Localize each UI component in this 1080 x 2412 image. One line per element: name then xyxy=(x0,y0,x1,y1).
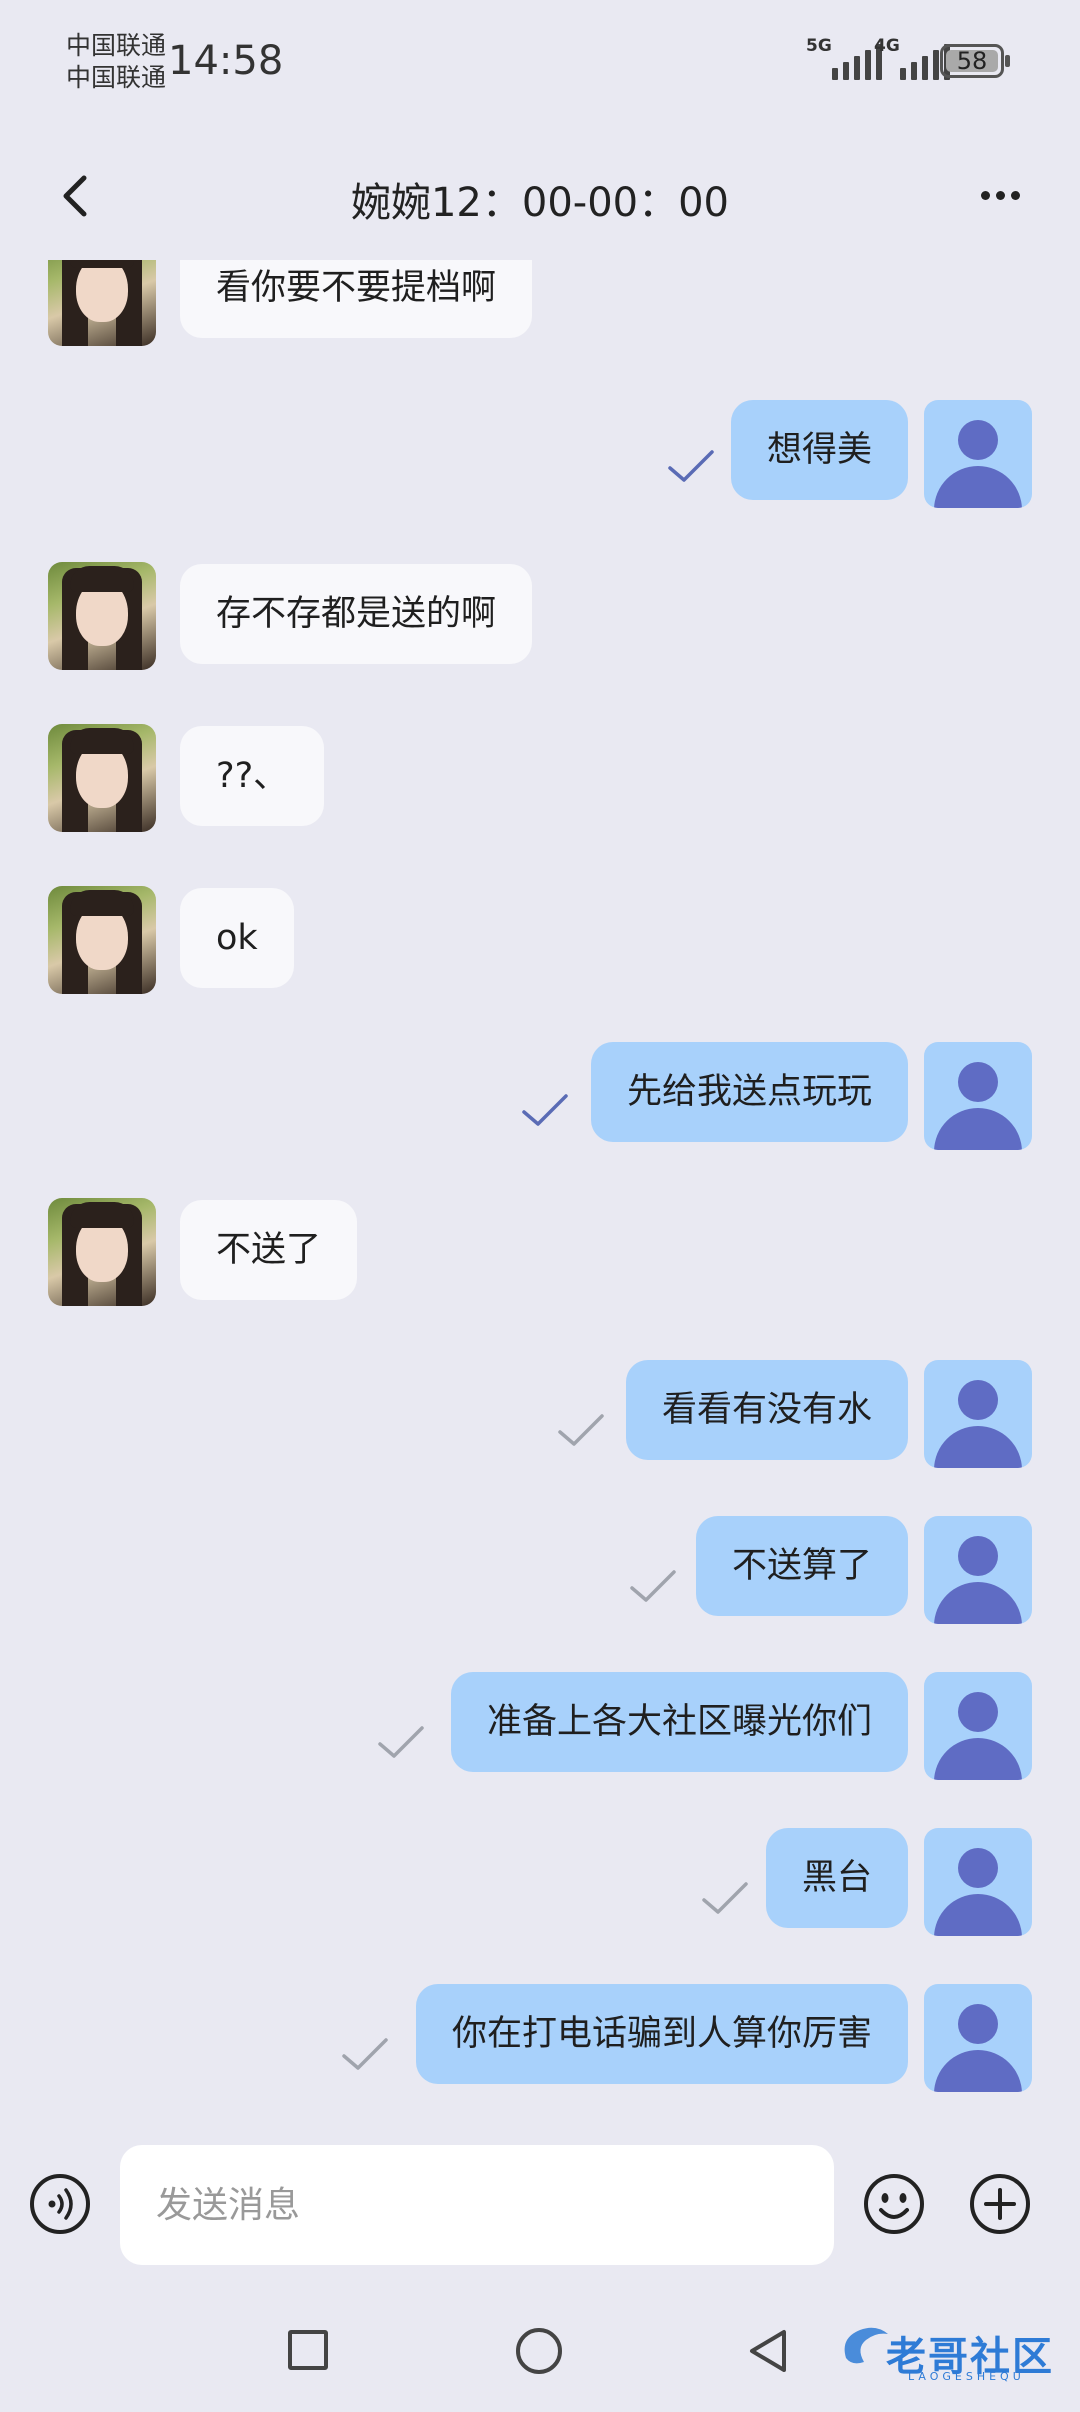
my-avatar[interactable] xyxy=(924,1042,1032,1150)
signal-4g-icon: 4G xyxy=(874,36,950,80)
emoji-icon xyxy=(864,2174,924,2234)
message-bubble[interactable]: 存不存都是送的啊 xyxy=(180,564,533,664)
battery-icon: 58 xyxy=(940,44,1010,78)
contact-avatar[interactable] xyxy=(48,886,156,994)
recent-apps-button[interactable] xyxy=(288,2330,328,2370)
my-avatar[interactable] xyxy=(924,400,1032,508)
triangle-back-icon xyxy=(750,2330,786,2372)
contact-avatar[interactable] xyxy=(48,724,156,832)
sent-check-icon xyxy=(628,1566,678,1606)
voice-input-button[interactable] xyxy=(28,2172,92,2236)
watermark-logo: 老哥社区 LAOGESHEQU xyxy=(836,2318,1066,2388)
system-nav-bar: 老哥社区 LAOGESHEQU xyxy=(0,2300,1080,2412)
read-check-icon xyxy=(666,446,716,486)
message-bubble[interactable]: 先给我送点玩玩 xyxy=(590,1042,908,1142)
signal-5g-label: 5G xyxy=(806,36,832,56)
voice-icon xyxy=(30,2174,90,2234)
input-bar xyxy=(0,2130,1080,2280)
plus-icon xyxy=(970,2174,1030,2234)
contact-avatar[interactable] xyxy=(48,260,156,346)
system-back-button[interactable] xyxy=(744,2326,794,2376)
clock: 14:58 xyxy=(168,38,284,84)
my-avatar[interactable] xyxy=(924,1672,1032,1780)
message-bubble[interactable]: 想得美 xyxy=(730,400,908,500)
contact-avatar[interactable] xyxy=(48,1198,156,1306)
sent-check-icon xyxy=(340,2034,390,2074)
more-dot-icon xyxy=(980,190,990,200)
my-avatar[interactable] xyxy=(924,1360,1032,1468)
more-options-button[interactable] xyxy=(970,170,1030,220)
signal-4g-label: 4G xyxy=(874,36,900,56)
chat-title: 婉婉12：00-00：00 xyxy=(350,180,730,226)
message-bubble[interactable]: 黑台 xyxy=(765,1828,908,1928)
message-bubble[interactable]: ok xyxy=(180,888,294,988)
message-bubble[interactable]: 看看有没有水 xyxy=(625,1360,908,1460)
signal-5g-icon: 5G xyxy=(806,36,882,80)
my-avatar[interactable] xyxy=(924,1516,1032,1624)
more-dot-icon xyxy=(995,190,1005,200)
my-avatar[interactable] xyxy=(924,1828,1032,1936)
sent-check-icon xyxy=(376,1722,426,1762)
carrier-labels: 中国联通 中国联通 xyxy=(66,30,166,94)
message-list[interactable]: 看你要不要提档啊 想得美 存不存都是送的啊 ??、 ok 先给我送点玩玩 不送了… xyxy=(0,260,1080,2100)
message-bubble[interactable]: 不送了 xyxy=(180,1200,358,1300)
sent-check-icon xyxy=(700,1878,750,1918)
message-input[interactable] xyxy=(120,2145,834,2265)
watermark-subtext: LAOGESHEQU xyxy=(908,2370,1025,2383)
message-bubble[interactable]: 准备上各大社区曝光你们 xyxy=(450,1672,908,1772)
message-bubble[interactable]: 你在打电话骗到人算你厉害 xyxy=(415,1984,908,2084)
my-avatar[interactable] xyxy=(924,1984,1032,2092)
message-bubble[interactable]: 不送算了 xyxy=(695,1516,908,1616)
read-check-icon xyxy=(520,1090,570,1130)
status-bar: 中国联通 中国联通 14:58 5G 4G 58 xyxy=(0,0,1080,120)
battery-level: 58 xyxy=(956,47,988,75)
contact-avatar[interactable] xyxy=(48,562,156,670)
more-actions-button[interactable] xyxy=(968,2172,1032,2236)
message-bubble[interactable]: 看你要不要提档啊 xyxy=(180,260,533,338)
home-button[interactable] xyxy=(516,2328,562,2374)
chat-header: 婉婉12：00-00：00 xyxy=(0,130,1080,260)
sent-check-icon xyxy=(556,1410,606,1450)
carrier-1: 中国联通 xyxy=(66,31,167,60)
carrier-2: 中国联通 xyxy=(66,63,167,92)
more-dot-icon xyxy=(1010,190,1020,200)
emoji-button[interactable] xyxy=(862,2172,926,2236)
message-bubble[interactable]: ??、 xyxy=(180,726,325,826)
